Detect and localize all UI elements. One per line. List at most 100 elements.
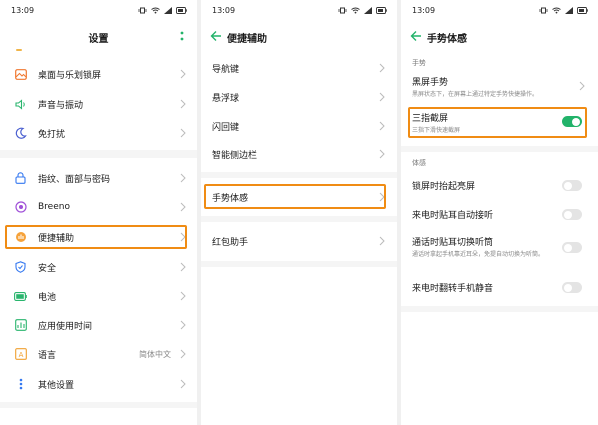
page-title: 手势体感 — [427, 34, 467, 45]
status-bar: 13:09 — [401, 6, 598, 18]
section-divider — [401, 306, 598, 312]
chevron-right-icon — [180, 202, 186, 212]
switch-earpiece-row[interactable]: 通话时贴耳切换听筒 通话时拿起手机靠近耳朵，免提自动切换为听筒。 — [401, 233, 598, 263]
item-description: 黑屏状态下，在屏幕上通过特定手势快捷操作。 — [412, 91, 539, 98]
more-options-icon[interactable] — [179, 30, 185, 42]
other-settings-icon — [14, 378, 27, 391]
wifi-icon — [351, 7, 360, 14]
convenience-item-smart-sidebar[interactable]: 智能侧边栏 — [201, 142, 397, 166]
settings-item-dnd[interactable]: 免打扰 — [0, 122, 197, 144]
convenience-item-red-packet[interactable]: 红包助手 — [201, 229, 397, 253]
vibrate-icon — [338, 7, 347, 14]
settings-item-label: 指纹、面部与密码 — [38, 174, 111, 185]
section-header-sensor: 体感 — [412, 159, 426, 167]
settings-item-label: 桌面与乐划锁屏 — [38, 70, 102, 81]
settings-item-breeno[interactable]: Breeno — [0, 196, 197, 218]
switch-earpiece-toggle[interactable] — [562, 242, 582, 253]
status-time: 13:09 — [412, 6, 436, 15]
vibrate-icon — [539, 7, 548, 14]
raise-to-wake-row[interactable]: 锁屏时抬起亮屏 — [401, 176, 598, 196]
item-label: 智能侧边栏 — [212, 151, 258, 161]
settings-item-label: 声音与振动 — [38, 100, 84, 111]
item-label: 来电时贴耳自动接听 — [412, 211, 494, 221]
chevron-right-icon — [180, 128, 186, 138]
chevron-right-icon — [180, 291, 186, 301]
settings-item-wallpaper[interactable]: 桌面与乐划锁屏 — [0, 63, 197, 85]
item-label: 导航键 — [212, 65, 240, 75]
svg-text:A: A — [18, 351, 23, 359]
language-icon: A — [14, 348, 27, 361]
back-arrow-icon[interactable] — [410, 29, 422, 43]
highlight-box — [5, 225, 187, 249]
section-header-gestures: 手势 — [412, 59, 426, 67]
flip-to-mute-row[interactable]: 来电时翻转手机静音 — [401, 278, 598, 298]
scroll-hint — [16, 49, 22, 51]
settings-item-battery[interactable]: 电池 — [0, 285, 197, 307]
convenience-item-flashback-key[interactable]: 闪回键 — [201, 114, 397, 138]
convenience-panel: 13:09 便捷辅助 导航键 悬浮球 闪回键 智能侧边栏 手势体感 红包助手 — [201, 0, 397, 425]
section-divider — [201, 216, 397, 222]
toggle-knob — [564, 283, 572, 292]
title-bar: 设置 — [0, 26, 197, 48]
settings-item-label: 应用使用时间 — [38, 321, 93, 332]
status-bar: 13:09 — [0, 6, 197, 18]
item-label: 黑屏手势 — [412, 78, 449, 88]
status-time: 13:09 — [212, 6, 236, 15]
chevron-right-icon — [180, 262, 186, 272]
chevron-right-icon — [180, 320, 186, 330]
status-bar: 13:09 — [201, 6, 397, 18]
section-divider — [201, 261, 397, 267]
shield-icon — [14, 261, 27, 274]
back-arrow-icon[interactable] — [210, 29, 222, 43]
breeno-icon — [14, 201, 27, 214]
wifi-icon — [552, 7, 561, 14]
gestures-panel: 13:09 手势体感 手势 黑屏手势 黑屏状态下，在屏幕上通过特定手势快捷操作。… — [401, 0, 598, 425]
settings-item-sound[interactable]: 声音与振动 — [0, 93, 197, 115]
chevron-right-icon — [579, 81, 585, 91]
page-title: 设置 — [88, 34, 109, 45]
toggle-knob — [564, 210, 572, 219]
black-screen-gesture-row[interactable]: 黑屏手势 黑屏状态下，在屏幕上通过特定手势快捷操作。 — [401, 72, 598, 100]
auto-answer-row[interactable]: 来电时贴耳自动接听 — [401, 205, 598, 225]
settings-item-label: 语言 — [38, 350, 57, 361]
chevron-right-icon — [180, 379, 186, 389]
battery-status-icon — [176, 7, 187, 14]
wallpaper-icon — [14, 68, 27, 81]
status-time: 13:09 — [11, 6, 35, 15]
item-label: 锁屏时抬起亮屏 — [412, 182, 476, 192]
language-value: 简体中文 — [139, 349, 171, 359]
flip-to-mute-toggle[interactable] — [562, 282, 582, 293]
app-time-icon — [14, 319, 27, 332]
settings-item-label: 其他设置 — [38, 380, 75, 391]
moon-icon — [14, 127, 27, 140]
chevron-right-icon — [180, 69, 186, 79]
section-divider — [0, 150, 197, 158]
chevron-right-icon — [180, 99, 186, 109]
toggle-knob — [564, 243, 572, 252]
settings-item-security-lock[interactable]: 指纹、面部与密码 — [0, 167, 197, 189]
chevron-right-icon — [180, 349, 186, 359]
settings-item-language[interactable]: A 语言 简体中文 — [0, 343, 197, 365]
battery-status-icon — [376, 7, 387, 14]
item-label: 通话时贴耳切换听筒 — [412, 238, 494, 248]
lock-icon — [14, 172, 27, 185]
auto-answer-toggle[interactable] — [562, 209, 582, 220]
settings-item-safety[interactable]: 安全 — [0, 256, 197, 278]
item-label: 来电时翻转手机静音 — [412, 284, 494, 294]
battery-icon — [14, 290, 27, 303]
settings-item-other[interactable]: 其他设置 — [0, 373, 197, 395]
item-label: 悬浮球 — [212, 94, 240, 104]
section-divider — [401, 146, 598, 152]
convenience-item-floating-ball[interactable]: 悬浮球 — [201, 85, 397, 109]
signal-icon — [565, 7, 573, 14]
item-label: 红包助手 — [212, 238, 249, 248]
sound-icon — [14, 98, 27, 111]
battery-status-icon — [577, 7, 588, 14]
section-divider — [0, 402, 197, 408]
convenience-item-nav-keys[interactable]: 导航键 — [201, 56, 397, 80]
chevron-right-icon — [379, 121, 385, 131]
chevron-right-icon — [379, 236, 385, 246]
settings-item-app-time[interactable]: 应用使用时间 — [0, 314, 197, 336]
raise-to-wake-toggle[interactable] — [562, 180, 582, 191]
item-description: 通话时拿起手机靠近耳朵，免提自动切换为听筒。 — [412, 251, 545, 258]
